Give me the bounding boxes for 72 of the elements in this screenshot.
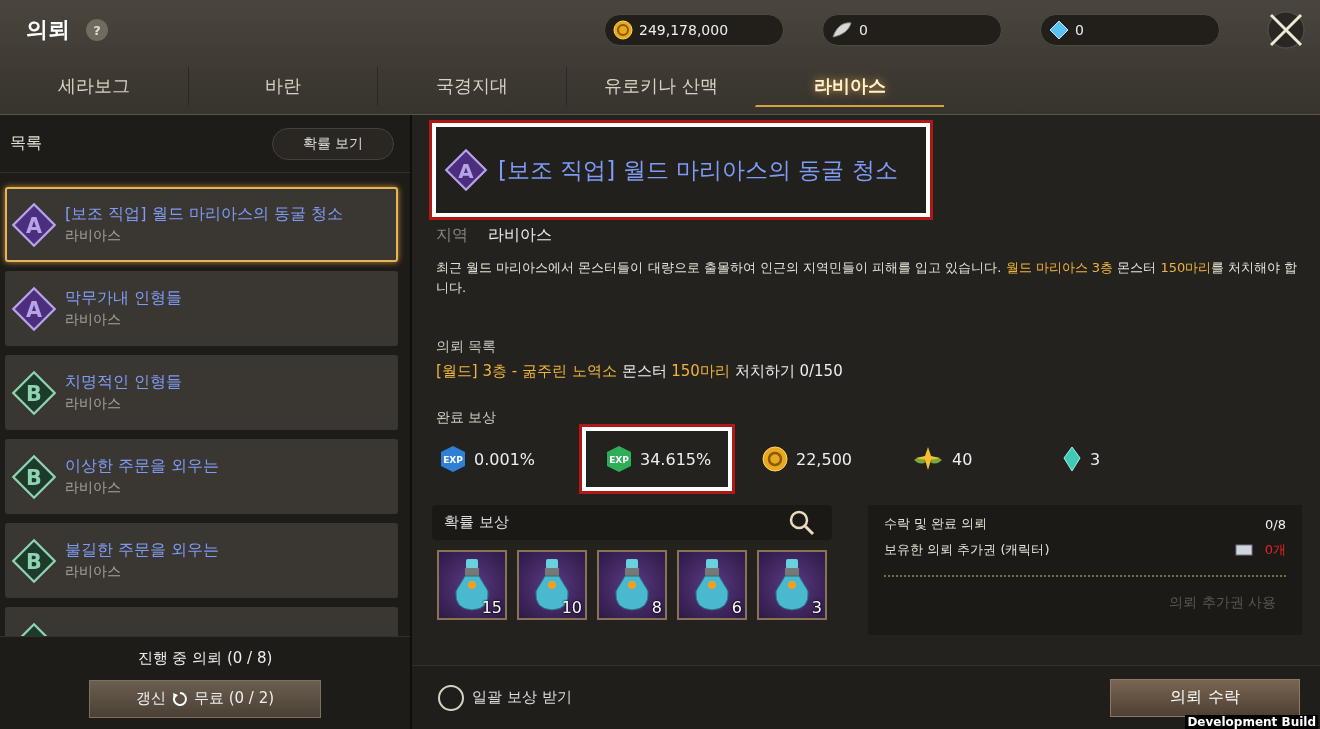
reward-slot[interactable]: 15	[437, 550, 507, 620]
region-tab[interactable]: 유로키나 산맥	[566, 67, 755, 107]
reward-item: 22,500	[754, 427, 904, 491]
exp-icon: EXP	[440, 445, 466, 473]
rewards-label: 완료 보상	[435, 409, 498, 427]
region-label: 지역	[436, 225, 468, 246]
refresh-icon	[171, 690, 188, 707]
grade-diamond-icon: A	[11, 201, 57, 248]
reward-slot[interactable]: 8	[597, 550, 667, 620]
info-value: 0/8	[1265, 516, 1286, 532]
quest-list-item[interactable]: B 불길한 주문을 외우는 라비아스	[5, 523, 398, 598]
grade-diamond-icon: B	[11, 537, 57, 584]
quest-list-item[interactable]: B 이상한 주문을 외우는 라비아스	[5, 439, 398, 514]
close-button[interactable]	[1266, 10, 1306, 50]
reward-item: 40	[904, 427, 1054, 491]
view-odds-button[interactable]: 확률 보기	[272, 127, 394, 160]
region-tab[interactable]: 국경지대	[377, 67, 566, 107]
chance-reward-bar: 확률 보상	[432, 505, 832, 540]
reward-item: EXP 0.001%	[432, 427, 582, 491]
coin-icon	[613, 20, 633, 40]
reward-slot[interactable]: 3	[757, 550, 827, 620]
grade-diamond-icon: B	[11, 369, 57, 416]
region-tab[interactable]: 라비아스	[755, 67, 944, 107]
gem-icon	[1049, 20, 1069, 40]
quest-heading: [보조 직업] 월드 마리아스의 동굴 청소	[498, 155, 898, 185]
currency-counter: 0	[1040, 14, 1220, 46]
grade-diamond-icon: A	[11, 285, 57, 332]
quest-region: 라비아스	[65, 395, 122, 413]
coin-icon	[762, 446, 788, 472]
build-label: Development Build	[1185, 715, 1318, 729]
quest-region: 라비아스	[65, 227, 122, 245]
quest-description: 최근 월드 마리아스에서 몬스터들이 대량으로 출몰하여 인근의 지역민들이 피해를 입고 있습니다. 월드 마리아스 3층 몬스터 150마리 를 처치해야 합니다.	[435, 259, 1299, 297]
currency-counter: 0	[822, 14, 1002, 46]
quest-list-item[interactable]: B 치명적인 인형들 라비아스	[5, 355, 398, 430]
refresh-button[interactable]: 갱신 무료 (0 / 2)	[89, 679, 321, 718]
objective-text: [월드] 3층 - 굶주린 노역소 몬스터 150마리 처치하기 0/150	[435, 362, 844, 381]
search-button[interactable]	[788, 508, 816, 537]
objectives-label: 의뢰 목록	[435, 338, 498, 356]
region-tab[interactable]: 세라보그	[0, 67, 188, 107]
reward-slot[interactable]: 10	[517, 550, 587, 620]
crystal-icon	[1062, 446, 1082, 472]
currency-counter: 249,178,000	[604, 14, 784, 46]
quest-title: 막무가내 인형들	[65, 288, 183, 309]
quest-list-item[interactable]: A 막무가내 인형들 라비아스	[5, 271, 398, 346]
quest-title: 불길한 주문을 외우는	[65, 540, 220, 561]
radio-circle[interactable]	[438, 684, 464, 711]
accept-button[interactable]: 의뢰 수락	[1110, 678, 1300, 717]
quest-region: 라비아스	[65, 563, 122, 581]
help-icon[interactable]: ?	[86, 19, 108, 41]
in-progress-count: 진행 중 의뢰 (0 / 8)	[137, 648, 273, 668]
reward-slot[interactable]: 6	[677, 550, 747, 620]
quest-title: [보조 직업] 월드 마리아스의 동굴 청소	[65, 204, 343, 225]
ticket-icon	[1234, 544, 1253, 556]
info-value: 0개	[1264, 541, 1286, 559]
list-title: 목록	[10, 133, 42, 154]
feather-icon	[831, 21, 853, 39]
reward-item: EXP 34.615%	[582, 427, 732, 491]
info-label: 수락 및 완료 의뢰	[884, 515, 988, 533]
grade-diamond-icon: B	[11, 453, 57, 500]
reward-item: 3	[1054, 427, 1204, 491]
region-tab[interactable]: 바란	[188, 67, 377, 107]
info-label: 보유한 의뢰 추가권 (캐릭터)	[884, 541, 1050, 559]
region-value: 라비아스	[488, 225, 552, 246]
quest-title: 이상한 주문을 외우는	[65, 456, 220, 477]
quest-title: 치명적인 인형들	[65, 372, 183, 393]
quest-region: 라비아스	[65, 311, 122, 329]
window-title: 의뢰	[26, 16, 70, 44]
quest-region: 라비아스	[65, 479, 122, 497]
exp-icon: EXP	[606, 445, 632, 473]
quest-list-item[interactable]: A [보조 직업] 월드 마리아스의 동굴 청소 라비아스	[5, 187, 398, 262]
grade-diamond-icon: A	[444, 148, 488, 192]
bulk-reward-radio[interactable]: 일괄 보상 받기	[438, 684, 572, 711]
